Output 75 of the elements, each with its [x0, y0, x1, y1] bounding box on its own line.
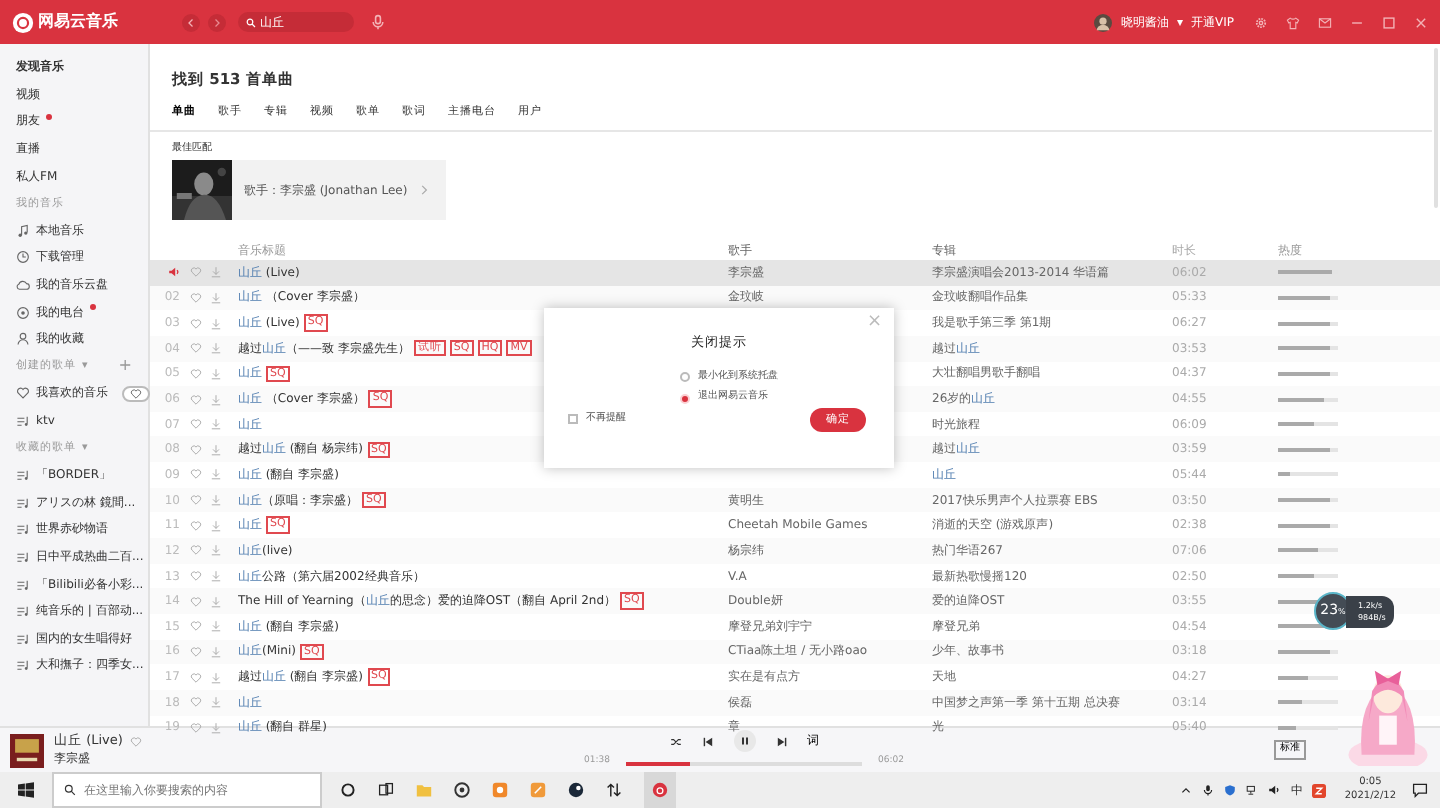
app-icon[interactable]	[492, 782, 508, 798]
next-button[interactable]	[775, 735, 787, 748]
playlist-icon	[16, 468, 30, 483]
playlist-icon	[16, 658, 30, 673]
chevron-up-icon[interactable]	[1180, 784, 1193, 796]
pause-button[interactable]	[733, 730, 755, 753]
logo-icon	[12, 11, 34, 33]
popularity-bar	[1278, 447, 1338, 452]
music-app-icon[interactable]	[652, 782, 668, 798]
notification-dot	[46, 114, 52, 121]
pause-icon	[739, 736, 749, 747]
shuffle-button[interactable]	[669, 735, 681, 748]
popularity-bar	[1278, 321, 1338, 326]
folder-icon[interactable]	[416, 782, 432, 798]
heartbeat-mode-button[interactable]	[122, 385, 150, 402]
cortana-icon[interactable]	[340, 782, 356, 798]
playlist-icon	[16, 604, 30, 619]
chevron-icon	[418, 184, 430, 196]
popularity-bar	[1278, 397, 1338, 402]
heart-icon[interactable]	[190, 570, 202, 582]
previous-icon	[701, 735, 713, 748]
popularity-bar	[1278, 422, 1338, 427]
previous-button[interactable]	[701, 735, 713, 748]
forward-button[interactable]	[208, 13, 226, 31]
popularity-bar	[1278, 523, 1338, 528]
shuffle-icon	[669, 735, 681, 748]
album-cover[interactable]	[10, 733, 44, 767]
notification-dot	[90, 304, 96, 311]
task-view-icon[interactable]	[378, 782, 394, 798]
notification-icon[interactable]	[1412, 782, 1428, 798]
search-icon	[246, 17, 256, 27]
popularity-bar	[1278, 675, 1338, 680]
popularity-bar	[1278, 700, 1338, 705]
app-tray-icon[interactable]	[1312, 783, 1327, 797]
avatar-icon[interactable]	[1094, 13, 1113, 31]
browser-icon[interactable]	[454, 782, 470, 798]
settings-icon[interactable]	[1254, 15, 1268, 29]
shield-icon[interactable]	[1224, 784, 1237, 796]
popularity-bar	[1278, 371, 1338, 376]
popularity-bar	[1278, 498, 1338, 503]
forward-icon	[212, 17, 222, 27]
steam-icon[interactable]	[568, 782, 584, 798]
heart-icon	[16, 386, 30, 401]
mail-icon[interactable]	[1318, 15, 1332, 29]
playlist-icon	[16, 549, 30, 564]
popularity-bar	[1278, 270, 1338, 275]
playlist-icon	[16, 577, 30, 592]
radio-icon	[16, 305, 30, 320]
network-icon[interactable]	[1246, 784, 1259, 796]
popularity-bar	[1278, 346, 1338, 351]
playlist-icon	[16, 631, 30, 646]
person-icon	[16, 332, 30, 347]
heart-icon[interactable]	[130, 735, 143, 747]
back-icon	[186, 17, 196, 27]
playlist-icon	[16, 495, 30, 510]
popularity-bar	[1278, 548, 1338, 553]
back-button[interactable]	[182, 13, 200, 31]
volume-icon[interactable]	[1268, 784, 1281, 796]
shirt-icon[interactable]	[1286, 15, 1300, 29]
app-logo: 网易云音乐	[38, 10, 118, 34]
playlist-icon	[16, 522, 30, 537]
search-icon	[64, 784, 76, 796]
cloud-icon	[16, 278, 30, 293]
next-icon	[775, 735, 787, 748]
popularity-bar	[1278, 649, 1338, 654]
close-icon[interactable]	[1414, 15, 1428, 29]
microphone-icon[interactable]	[1202, 784, 1215, 796]
popularity-bar	[1278, 295, 1338, 300]
maximize-icon[interactable]	[1382, 15, 1396, 29]
app-icon[interactable]	[530, 782, 546, 798]
heart-icon	[130, 387, 142, 400]
windows-icon	[18, 782, 34, 798]
music-note-icon	[16, 223, 30, 238]
playlist-icon	[16, 414, 30, 429]
transfer-icon[interactable]	[606, 782, 622, 798]
